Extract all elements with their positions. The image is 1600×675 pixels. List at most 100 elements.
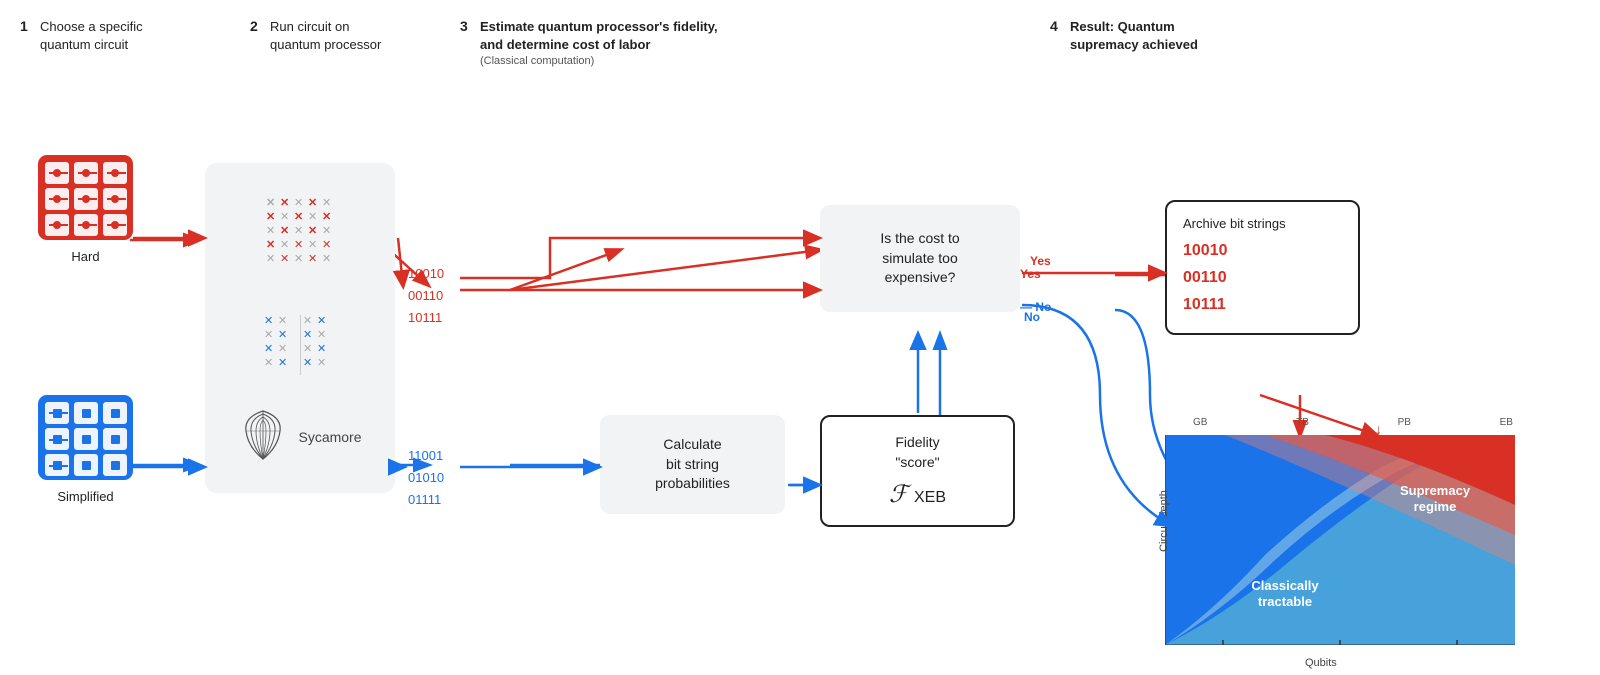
chart-label-gb: GB xyxy=(1193,417,1207,428)
step-2-header: 2 Run circuit onquantum processor xyxy=(250,18,460,53)
svg-text:✕: ✕ xyxy=(278,329,287,341)
archive-title: Archive bit strings xyxy=(1183,216,1342,231)
svg-text:✕: ✕ xyxy=(294,225,303,237)
blue-bit-1: 11001 xyxy=(408,445,444,467)
svg-text:✕: ✕ xyxy=(266,225,275,237)
simplified-circuit-icon xyxy=(38,395,133,480)
tractable-text2: tractable xyxy=(1258,594,1312,609)
simplified-label: Simplified xyxy=(38,489,133,504)
simplified-chip-right: ✕ ✕ ✕ ✕ ✕ ✕ ✕ ✕ xyxy=(301,310,339,380)
step-col-4: 4 Result: Quantumsupremacy achieved xyxy=(1050,18,1410,53)
svg-text:✕: ✕ xyxy=(308,197,317,209)
svg-text:✕: ✕ xyxy=(303,315,312,327)
main-container: 1 Choose a specificquantum circuit 2 Run… xyxy=(0,0,1600,673)
step-col-3: 3 Estimate quantum processor's fidelity,… xyxy=(460,18,1050,67)
hard-circuit-block: Hard xyxy=(38,155,133,264)
svg-text:✕: ✕ xyxy=(322,211,331,223)
x-axis-label: Qubits xyxy=(1305,657,1337,669)
red-bit-3: 10111 xyxy=(408,307,444,329)
supremacy-text: Supremacy xyxy=(1400,483,1471,498)
y-axis-label: Circuit depth xyxy=(1158,490,1170,552)
svg-text:✕: ✕ xyxy=(266,211,275,223)
pb-arrow: ↓ xyxy=(1375,421,1382,437)
simplified-chip-left: ✕ ✕ ✕ ✕ ✕ ✕ ✕ ✕ xyxy=(262,310,300,380)
svg-text:✕: ✕ xyxy=(264,315,273,327)
hard-circuit-icon xyxy=(38,155,133,240)
step-2-title: Run circuit onquantum processor xyxy=(270,18,381,53)
processor-box: ✕ ✕ ✕ ✕ ✕ ✕ ✕ ✕ ✕ ✕ ✕ ✕ ✕ ✕ ✕ ✕ ✕ xyxy=(205,163,395,493)
step-1-number: 1 xyxy=(20,18,34,34)
svg-text:✕: ✕ xyxy=(317,315,326,327)
svg-text:✕: ✕ xyxy=(294,211,303,223)
svg-text:✕: ✕ xyxy=(308,211,317,223)
blue-bits-group: 11001 01010 01111 xyxy=(408,445,444,511)
svg-text:✕: ✕ xyxy=(317,343,326,355)
chart-top-labels: GB TB PB EB xyxy=(1193,417,1513,428)
archive-box: Archive bit strings 10010 00110 10111 xyxy=(1165,200,1360,335)
step-3-number: 3 xyxy=(460,18,474,34)
calculate-label: Calculatebit stringprobabilities xyxy=(614,435,771,494)
svg-text:✕: ✕ xyxy=(317,357,326,369)
step-col-2: 2 Run circuit onquantum processor xyxy=(250,18,460,53)
hard-chip-svg: ✕ ✕ ✕ ✕ ✕ ✕ ✕ ✕ ✕ ✕ ✕ ✕ ✕ ✕ ✕ ✕ ✕ xyxy=(258,192,343,277)
chart-label-eb: EB xyxy=(1500,417,1513,428)
sycamore-label: Sycamore xyxy=(298,429,361,445)
svg-text:✕: ✕ xyxy=(264,357,273,369)
blue-bit-2: 01010 xyxy=(408,467,444,489)
svg-text:✕: ✕ xyxy=(308,239,317,251)
step-1-title: Choose a specificquantum circuit xyxy=(40,18,143,53)
sycamore-icon xyxy=(238,409,288,464)
step-1-header: 1 Choose a specificquantum circuit xyxy=(20,18,250,53)
svg-text:✕: ✕ xyxy=(280,197,289,209)
red-bit-2: 00110 xyxy=(408,285,444,307)
step-3-subtitle: (Classical computation) xyxy=(480,55,718,67)
chart-label-pb: PB xyxy=(1398,417,1411,428)
svg-text:✕: ✕ xyxy=(266,253,275,265)
svg-text:✕: ✕ xyxy=(280,239,289,251)
step-4-title: Result: Quantumsupremacy achieved xyxy=(1070,18,1198,53)
svg-text:✕: ✕ xyxy=(280,211,289,223)
fidelity-label: Fidelity"score" xyxy=(838,433,997,472)
svg-text:✕: ✕ xyxy=(294,197,303,209)
sycamore-area: Sycamore xyxy=(238,409,361,464)
step-3-title: Estimate quantum processor's fidelity,an… xyxy=(480,18,718,53)
svg-text:✕: ✕ xyxy=(308,225,317,237)
archive-bit-1: 10010 xyxy=(1183,237,1342,264)
svg-text:✕: ✕ xyxy=(264,343,273,355)
decision-box: Is the cost tosimulate tooexpensive? xyxy=(820,205,1020,312)
svg-text:✕: ✕ xyxy=(303,343,312,355)
calculate-box: Calculatebit stringprobabilities xyxy=(600,415,785,514)
svg-text:✕: ✕ xyxy=(280,225,289,237)
simplified-circuit-block: Simplified xyxy=(38,395,133,504)
svg-text:✕: ✕ xyxy=(303,357,312,369)
hard-chip-grid: ✕ ✕ ✕ ✕ ✕ ✕ ✕ ✕ ✕ ✕ ✕ ✕ ✕ ✕ ✕ ✕ ✕ xyxy=(258,192,343,280)
archive-bit-3: 10111 xyxy=(1183,291,1342,318)
fidelity-math: ℱ XEB xyxy=(838,480,997,509)
chart-svg: Supremacy regime Classically tractable 2… xyxy=(1165,435,1515,645)
step-3-header: 3 Estimate quantum processor's fidelity,… xyxy=(460,18,1050,67)
svg-text:✕: ✕ xyxy=(322,239,331,251)
svg-text:✕: ✕ xyxy=(322,253,331,265)
svg-text:✕: ✕ xyxy=(294,239,303,251)
supremacy-regime-text: regime xyxy=(1414,499,1457,514)
svg-text:✕: ✕ xyxy=(280,253,289,265)
svg-text:✕: ✕ xyxy=(278,357,287,369)
svg-text:✕: ✕ xyxy=(308,253,317,265)
steps-row: 1 Choose a specificquantum circuit 2 Run… xyxy=(20,18,1580,77)
svg-text:✕: ✕ xyxy=(294,253,303,265)
red-bit-1: 10010 xyxy=(408,263,444,285)
svg-text:Yes: Yes xyxy=(1030,254,1051,268)
decision-label: Is the cost tosimulate tooexpensive? xyxy=(836,229,1004,288)
svg-text:✕: ✕ xyxy=(322,225,331,237)
svg-text:✕: ✕ xyxy=(317,329,326,341)
chart-label-tb: TB xyxy=(1296,417,1309,428)
svg-text:✕: ✕ xyxy=(322,197,331,209)
step-4-number: 4 xyxy=(1050,18,1064,34)
tractable-text: Classically xyxy=(1251,578,1319,593)
svg-text:✕: ✕ xyxy=(278,343,287,355)
yes-label: Yes xyxy=(1020,267,1041,281)
blue-bit-3: 01111 xyxy=(408,489,444,511)
svg-text:✕: ✕ xyxy=(266,239,275,251)
step-2-number: 2 xyxy=(250,18,264,34)
svg-text:✕: ✕ xyxy=(303,329,312,341)
